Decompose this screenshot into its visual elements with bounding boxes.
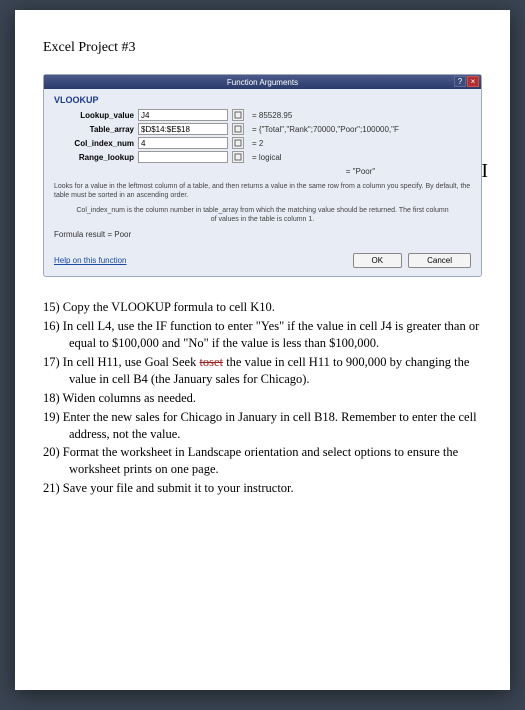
argument-description: Col_index_num is the column number in ta… (54, 206, 471, 224)
page-title: Excel Project #3 (43, 40, 482, 56)
instruction-20: 20) Format the worksheet in Landscape or… (43, 444, 482, 478)
formula-result-label: Formula result = (54, 230, 112, 239)
arg-row-table-array: Table_array = {"Total","Rank";70000,"Poo… (54, 123, 471, 135)
arg-row-range-lookup: Range_lookup = logical (54, 151, 471, 163)
range-selector-icon[interactable] (232, 109, 244, 121)
range-selector-icon[interactable] (232, 151, 244, 163)
close-button[interactable]: × (467, 76, 479, 87)
arg-label: Lookup_value (54, 111, 134, 120)
instruction-19: 19) Enter the new sales for Chicago in J… (43, 409, 482, 443)
dialog-title: Function Arguments (227, 78, 298, 87)
arg-result: = 85528.95 (252, 111, 292, 120)
text-cursor-icon: I (481, 160, 488, 183)
col-index-input[interactable] (138, 137, 228, 149)
range-lookup-input[interactable] (138, 151, 228, 163)
function-name-label: VLOOKUP (54, 95, 471, 105)
eval-result-row: = "Poor" (54, 167, 471, 176)
formula-result-value: Poor (114, 230, 131, 239)
arg-label: Col_index_num (54, 139, 134, 148)
instruction-21: 21) Save your file and submit it to your… (43, 480, 482, 497)
instruction-15: 15) Copy the VLOOKUP formula to cell K10… (43, 299, 482, 316)
arg-result: = 2 (252, 139, 263, 148)
instruction-16: 16) In cell L4, use the IF function to e… (43, 318, 482, 352)
arg-label: Range_lookup (54, 153, 134, 162)
dialog-titlebar[interactable]: Function Arguments ? × (44, 75, 481, 89)
function-arguments-dialog: Function Arguments ? × VLOOKUP Lookup_va… (43, 74, 482, 277)
arg-result: = {"Total","Rank";70000,"Poor";100000,"F (252, 125, 399, 134)
instructions-block: 15) Copy the VLOOKUP formula to cell K10… (43, 299, 482, 497)
cancel-button[interactable]: Cancel (408, 253, 471, 268)
instruction-17a: 17) In cell H11, use Goal Seek (43, 355, 199, 369)
dialog-wrapper: Function Arguments ? × VLOOKUP Lookup_va… (43, 74, 482, 277)
eval-result: = "Poor" (346, 167, 375, 176)
function-description: Looks for a value in the leftmost column… (54, 182, 471, 200)
help-link[interactable]: Help on this function (54, 256, 127, 265)
help-button[interactable]: ? (454, 76, 466, 87)
instruction-17: 17) In cell H11, use Goal Seek toset the… (43, 354, 482, 388)
formula-result-row: Formula result = Poor (54, 230, 471, 239)
instruction-17-strike: toset (199, 355, 223, 369)
arg-row-lookup-value: Lookup_value = 85528.95 (54, 109, 471, 121)
ok-button[interactable]: OK (353, 253, 403, 268)
arg-label: Table_array (54, 125, 134, 134)
table-array-input[interactable] (138, 123, 228, 135)
instruction-18: 18) Widen columns as needed. (43, 390, 482, 407)
range-selector-icon[interactable] (232, 137, 244, 149)
lookup-value-input[interactable] (138, 109, 228, 121)
document-page: Excel Project #3 Function Arguments ? × … (15, 10, 510, 690)
range-selector-icon[interactable] (232, 123, 244, 135)
arg-row-col-index: Col_index_num = 2 (54, 137, 471, 149)
arg-result: = logical (252, 153, 282, 162)
